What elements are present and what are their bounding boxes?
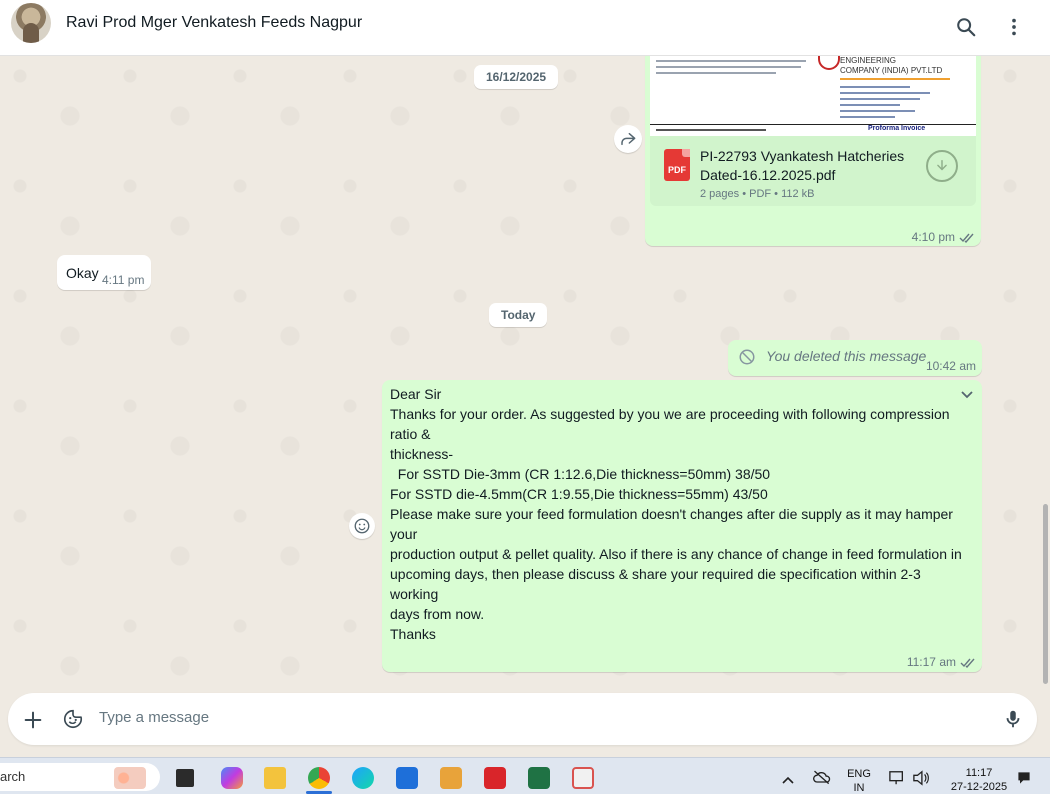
copilot-icon[interactable] [221, 767, 243, 789]
volume-icon[interactable] [912, 770, 930, 791]
document-preview[interactable]: ENGINEERING COMPANY (INDIA) PVT.LTD Prof… [650, 56, 976, 136]
message-text: Okay [66, 265, 99, 281]
clock-date: 27-12-2025 [950, 781, 1008, 793]
acrobat-icon[interactable] [484, 767, 506, 789]
message-time: 4:11 pm [102, 273, 145, 287]
system-clock[interactable]: 11:17 27-12-2025 [944, 766, 1014, 794]
company-logo-icon [818, 56, 840, 70]
edge-icon[interactable] [352, 767, 374, 789]
message-line: production output & pellet quality. Also… [390, 546, 962, 562]
preview-label: Proforma Invoice [868, 125, 926, 132]
windows-taskbar: arch ENG IN 11:17 27-12-2025 [0, 757, 1050, 794]
excel-icon[interactable] [528, 767, 550, 789]
clock-time: 11:17 [965, 767, 993, 779]
date-separator: 16/12/2025 [474, 65, 559, 89]
pdf-label: PDF [668, 165, 686, 175]
message-composer [8, 693, 1037, 745]
calendar-widget-icon[interactable] [114, 767, 146, 789]
chevron-up-icon[interactable] [781, 772, 795, 790]
message-line: Please make sure your feed formulation d… [390, 506, 957, 542]
message-text: Dear Sir Thanks for your order. As sugge… [390, 384, 970, 644]
chat-header: Ravi Prod Mger Venkatesh Feeds Nagpur [0, 0, 1050, 56]
message-time: 10:42 am [925, 359, 976, 373]
blocked-icon [739, 349, 755, 365]
message-time: 4:10 pm [911, 230, 955, 244]
contact-avatar[interactable] [11, 3, 51, 43]
outgoing-message[interactable]: Dear Sir Thanks for your order. As sugge… [382, 380, 982, 672]
region-code: IN [853, 782, 865, 794]
notification-icon[interactable] [1016, 770, 1032, 791]
sticker-icon[interactable] [62, 708, 84, 735]
message-time: 11:17 am [906, 655, 956, 669]
chrome-icon[interactable] [308, 767, 330, 789]
more-vertical-icon[interactable] [999, 12, 1029, 42]
preview-company-line2: COMPANY (INDIA) PVT.LTD [840, 66, 943, 75]
message-line: For SSTD Die-3mm (CR 1:12.6,Die thicknes… [390, 466, 771, 482]
double-tick-icon [959, 233, 974, 243]
message-line: upcoming days, then please discuss & sha… [390, 566, 925, 602]
deleted-message-text: You deleted this message [766, 348, 927, 364]
file-explorer-icon[interactable] [264, 767, 286, 789]
document-file-info: 2 pages • PDF • 112 kB [700, 188, 815, 200]
contact-name[interactable]: Ravi Prod Mger Venkatesh Feeds Nagpur [66, 14, 362, 32]
download-icon[interactable] [926, 150, 958, 182]
deleted-message[interactable]: You deleted this message 10:42 am [728, 340, 982, 376]
message-line: days from now. [390, 606, 485, 622]
plus-icon[interactable] [22, 709, 44, 736]
preview-company-line1: ENGINEERING [840, 56, 897, 65]
incoming-message[interactable]: Okay 4:11 pm [57, 255, 151, 290]
scroll-thumb[interactable] [1043, 504, 1048, 684]
store-icon[interactable] [396, 767, 418, 789]
outlook-icon[interactable] [440, 767, 462, 789]
message-meta: 4:10 pm [912, 230, 975, 244]
snipping-tool-icon[interactable] [572, 767, 594, 789]
message-line: Thanks for your order. As suggested by y… [390, 406, 954, 442]
message-line: Dear Sir [390, 386, 442, 402]
search-icon[interactable] [951, 12, 981, 42]
react-emoji-icon[interactable] [349, 513, 375, 539]
task-view-icon[interactable] [176, 769, 194, 787]
chat-scrollbar[interactable] [1042, 56, 1050, 692]
language-indicator[interactable]: ENG IN [844, 767, 874, 794]
message-line: Thanks [390, 626, 436, 642]
message-line: thickness- [390, 446, 454, 462]
cloud-offline-icon[interactable] [812, 769, 832, 790]
message-meta: 11:17 am [907, 655, 976, 669]
document-card[interactable]: PDF PI-22793 Vyankatesh Hatcheries Dated… [650, 136, 976, 206]
network-icon[interactable] [888, 770, 906, 791]
microphone-icon[interactable] [1002, 708, 1024, 735]
document-file-name[interactable]: PI-22793 Vyankatesh Hatcheries Dated-16.… [700, 147, 920, 185]
language-code: ENG [847, 768, 871, 780]
taskbar-search-text: arch [0, 769, 26, 784]
message-line: For SSTD die-4.5mm(CR 1:9.55,Die thickne… [390, 486, 768, 502]
document-message[interactable]: ENGINEERING COMPANY (INDIA) PVT.LTD Prof… [645, 56, 981, 246]
chat-area[interactable]: ENGINEERING COMPANY (INDIA) PVT.LTD Prof… [0, 56, 1050, 692]
date-separator: Today [489, 303, 548, 327]
message-input[interactable] [99, 709, 979, 726]
forward-icon[interactable] [614, 125, 642, 153]
pdf-file-icon: PDF [664, 149, 690, 181]
double-tick-icon [960, 658, 975, 668]
